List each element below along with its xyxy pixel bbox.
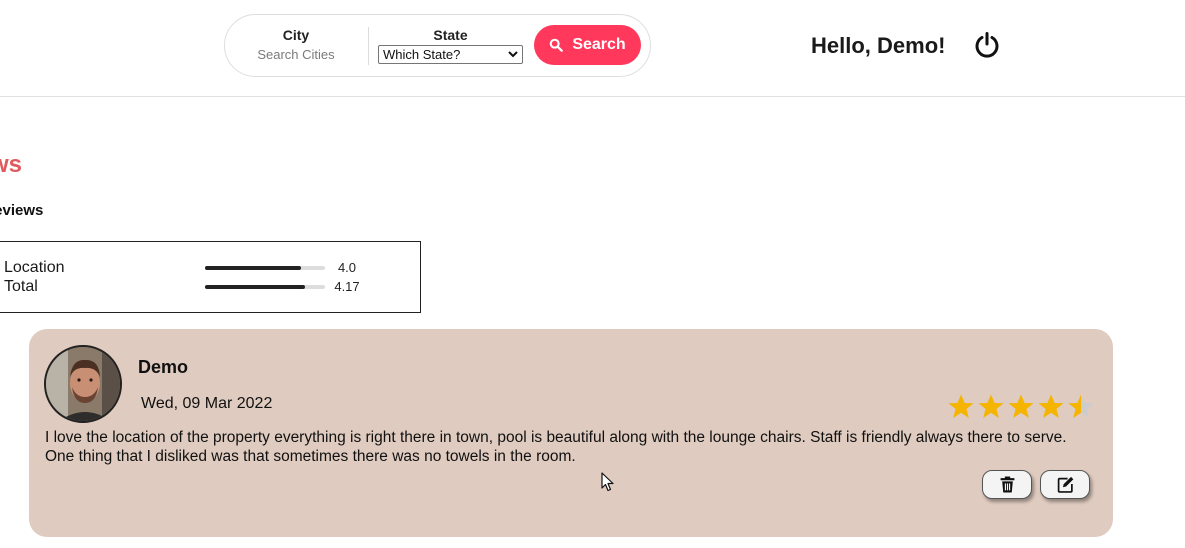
rating-bar: [205, 266, 325, 270]
star-icon: [1038, 394, 1064, 418]
search-button[interactable]: Search: [534, 25, 641, 65]
reviewer-name: Demo: [138, 357, 189, 377]
state-select[interactable]: Which State?: [378, 45, 523, 64]
chevron-down-icon: [508, 51, 518, 58]
city-field[interactable]: City Search Cities: [241, 27, 351, 62]
delete-review-button[interactable]: [982, 470, 1032, 499]
rating-bar-fill: [205, 285, 306, 289]
rating-row-total: Total 4.17: [4, 278, 404, 296]
edit-icon: [1057, 476, 1073, 493]
city-search-input[interactable]: Search Cities: [241, 47, 351, 62]
header: City Search Cities State Which State? Se…: [0, 0, 1185, 97]
reviews-count: l reviews: [0, 202, 44, 219]
rating-bar-fill: [205, 266, 301, 270]
star-rating: [947, 393, 1095, 421]
search-divider: [368, 27, 369, 65]
rating-value: 4.17: [334, 279, 360, 294]
search-icon: [550, 38, 564, 52]
greeting: Hello, Demo!: [811, 33, 946, 58]
state-label: State: [433, 27, 468, 43]
rating-bar: [205, 285, 325, 289]
edit-review-button[interactable]: [1040, 470, 1090, 499]
reviews-title: iews: [0, 151, 23, 178]
search-button-label: Search: [572, 36, 626, 53]
power-icon[interactable]: [973, 31, 1001, 59]
star-icon: [948, 394, 974, 418]
avatar: [44, 345, 122, 423]
review-text: I love the location of the property ever…: [45, 429, 1067, 465]
rating-name: Location: [4, 259, 65, 276]
star-icon: [1008, 394, 1034, 418]
rating-row-location: Location 4.0: [4, 259, 404, 277]
trash-icon: [1000, 476, 1014, 493]
city-label: City: [282, 27, 310, 43]
review-card: Demo Wed, 09 Mar 2022 I love the locatio…: [29, 329, 1113, 537]
state-select-value: Which State?: [383, 47, 461, 62]
review-date: Wed, 09 Mar 2022: [141, 395, 273, 412]
rating-value: 4.0: [337, 260, 357, 275]
rating-name: Total: [4, 278, 38, 295]
search-bar: City Search Cities State Which State? Se…: [224, 14, 651, 77]
state-field: State Which State?: [378, 27, 523, 64]
mouse-cursor-icon: [601, 472, 614, 492]
ratings-summary: Location 4.0 Total 4.17: [0, 241, 421, 313]
star-icon: [1068, 394, 1094, 418]
star-icon: [978, 394, 1004, 418]
